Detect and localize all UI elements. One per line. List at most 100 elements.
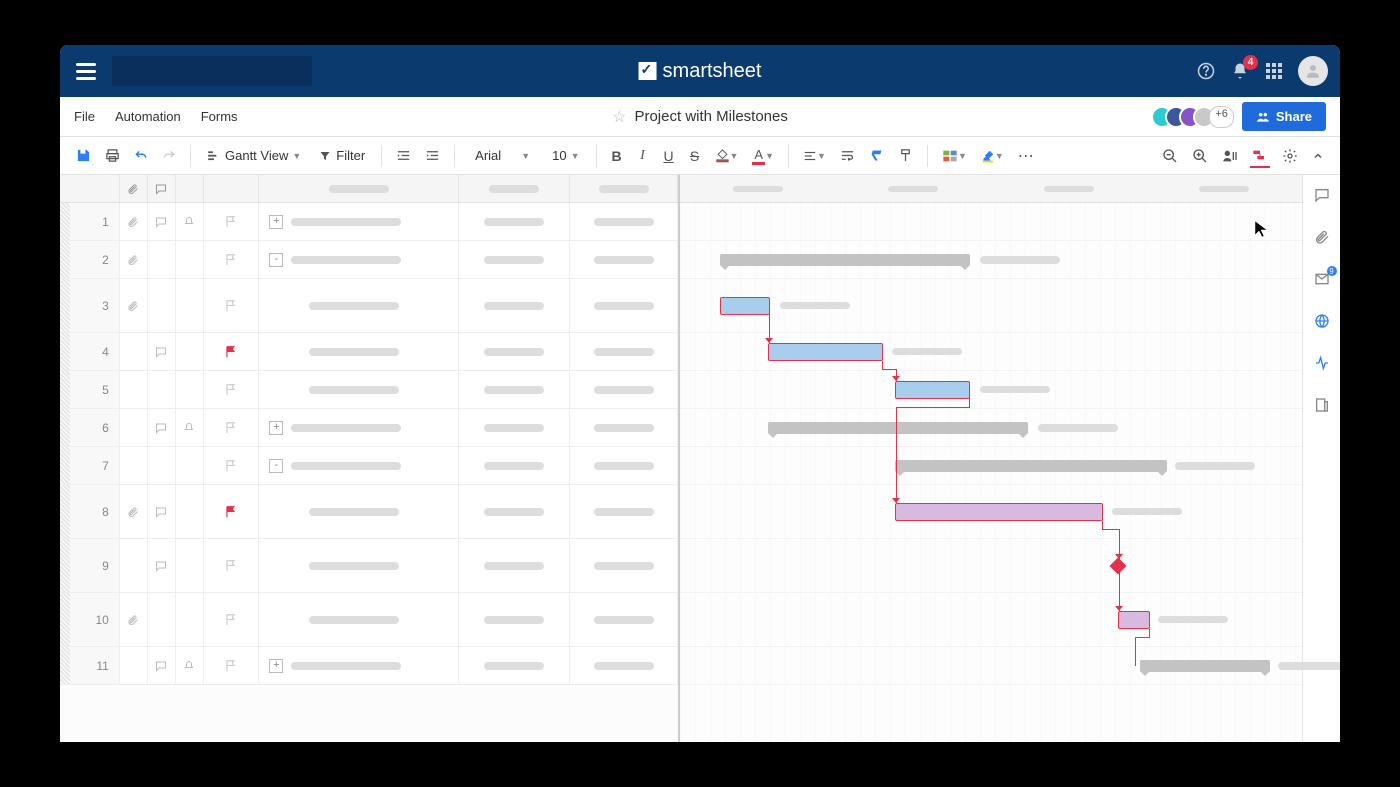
row-reminder-icon[interactable] — [176, 593, 204, 646]
undo-icon[interactable] — [128, 142, 154, 170]
zoom-out-icon[interactable] — [1156, 142, 1184, 170]
row-flag-icon[interactable] — [204, 279, 260, 332]
gantt-task-bar[interactable] — [720, 297, 770, 315]
settings-gear-icon[interactable] — [1276, 142, 1304, 170]
row-attachment-icon[interactable] — [120, 593, 148, 646]
rail-attachments-icon[interactable] — [1312, 227, 1332, 247]
task-name-cell[interactable]: + — [259, 203, 458, 240]
row-reminder-icon[interactable] — [176, 371, 204, 408]
more-icon[interactable]: ⋯ — [1012, 142, 1042, 170]
row-reminder-icon[interactable] — [176, 647, 204, 684]
row-reminder-icon[interactable] — [176, 485, 204, 538]
gantt-task-bar[interactable] — [1118, 611, 1150, 629]
row-number[interactable]: 5 — [60, 371, 120, 408]
strikethrough-icon[interactable]: S — [683, 142, 707, 170]
gantt-summary-bar[interactable] — [768, 422, 1028, 434]
font-family-selector[interactable]: Arial▼ — [463, 144, 542, 167]
row-number[interactable]: 7 — [60, 447, 120, 484]
collaborator-avatars[interactable]: +6 — [1151, 106, 1234, 128]
date-cell[interactable] — [459, 203, 571, 240]
row-comment-icon[interactable] — [148, 409, 176, 446]
critical-path-icon[interactable] — [1246, 142, 1274, 170]
row-number[interactable]: 10 — [60, 593, 120, 646]
highlight-icon[interactable]: ▼ — [975, 142, 1010, 170]
row-number[interactable]: 8 — [60, 485, 120, 538]
table-row[interactable]: 4 — [60, 333, 678, 371]
collaborator-overflow[interactable]: +6 — [1209, 106, 1234, 128]
task-name-cell[interactable] — [259, 333, 458, 370]
wrap-text-icon[interactable] — [834, 142, 861, 170]
date-cell[interactable] — [459, 539, 571, 592]
gantt-body[interactable] — [680, 203, 1302, 742]
row-flag-icon[interactable] — [204, 203, 260, 240]
print-icon[interactable] — [99, 142, 126, 170]
date-cell[interactable] — [570, 593, 678, 646]
gantt-summary-bar[interactable] — [720, 254, 970, 266]
date-cell[interactable] — [459, 333, 571, 370]
row-attachment-icon[interactable] — [120, 333, 148, 370]
row-number[interactable]: 4 — [60, 333, 120, 370]
save-icon[interactable] — [70, 142, 97, 170]
expand-toggle[interactable]: - — [269, 253, 283, 267]
task-name-cell[interactable] — [259, 593, 458, 646]
row-attachment-icon[interactable] — [120, 539, 148, 592]
text-color-icon[interactable]: A▼ — [746, 142, 780, 170]
row-comment-icon[interactable] — [148, 279, 176, 332]
gantt-summary-bar[interactable] — [1140, 660, 1270, 672]
grid-body[interactable]: 1+2-3456+7-891011+ — [60, 203, 678, 742]
row-comment-icon[interactable] — [148, 203, 176, 240]
help-icon[interactable] — [1196, 61, 1216, 81]
table-row[interactable]: 11 + — [60, 647, 678, 685]
user-avatar[interactable] — [1298, 56, 1328, 86]
row-flag-icon[interactable] — [204, 447, 260, 484]
date-cell[interactable] — [570, 203, 678, 240]
table-row[interactable]: 3 — [60, 279, 678, 333]
assignee-icon[interactable] — [1216, 142, 1244, 170]
expand-toggle[interactable]: + — [269, 659, 283, 673]
table-row[interactable]: 7- — [60, 447, 678, 485]
date-cell[interactable] — [570, 447, 678, 484]
table-row[interactable]: 10 — [60, 593, 678, 647]
row-flag-icon[interactable] — [204, 647, 260, 684]
row-number[interactable]: 11 — [60, 647, 120, 684]
bold-icon[interactable]: B — [605, 142, 629, 170]
row-flag-icon[interactable] — [204, 333, 260, 370]
task-name-cell[interactable] — [259, 485, 458, 538]
task-name-cell[interactable]: + — [259, 409, 458, 446]
row-comment-icon[interactable] — [148, 647, 176, 684]
conditional-format-icon[interactable]: ▼ — [936, 142, 973, 170]
clear-format-icon[interactable] — [863, 142, 890, 170]
row-reminder-icon[interactable] — [176, 203, 204, 240]
hamburger-menu[interactable] — [72, 57, 100, 85]
date-cell[interactable] — [570, 485, 678, 538]
rail-activity-icon[interactable] — [1312, 353, 1332, 373]
date-cell[interactable] — [570, 279, 678, 332]
row-number[interactable]: 2 — [60, 241, 120, 278]
zoom-in-icon[interactable] — [1186, 142, 1214, 170]
share-button[interactable]: Share — [1242, 102, 1326, 131]
row-flag-icon[interactable] — [204, 409, 260, 446]
view-selector[interactable]: Gantt View▼ — [199, 144, 309, 167]
gantt-summary-bar[interactable] — [895, 460, 1167, 472]
row-flag-icon[interactable] — [204, 539, 260, 592]
row-comment-icon[interactable] — [148, 593, 176, 646]
row-comment-icon[interactable] — [148, 447, 176, 484]
row-number[interactable]: 3 — [60, 279, 120, 332]
task-name-cell[interactable] — [259, 371, 458, 408]
rail-summary-icon[interactable] — [1312, 395, 1332, 415]
row-reminder-icon[interactable] — [176, 279, 204, 332]
sheet-title[interactable]: Project with Milestones — [634, 108, 787, 125]
row-attachment-icon[interactable] — [120, 279, 148, 332]
row-attachment-icon[interactable] — [120, 647, 148, 684]
table-row[interactable]: 1+ — [60, 203, 678, 241]
notifications-icon[interactable]: 4 — [1230, 61, 1250, 81]
task-name-cell[interactable] — [259, 279, 458, 332]
row-flag-icon[interactable] — [204, 593, 260, 646]
font-size-selector[interactable]: 10▼ — [544, 144, 587, 167]
rail-proof-icon[interactable]: 9 — [1312, 269, 1332, 289]
date-cell[interactable] — [459, 371, 571, 408]
expand-toggle[interactable]: + — [269, 215, 283, 229]
row-number[interactable]: 1 — [60, 203, 120, 240]
row-comment-icon[interactable] — [148, 241, 176, 278]
task-name-cell[interactable]: - — [259, 447, 458, 484]
